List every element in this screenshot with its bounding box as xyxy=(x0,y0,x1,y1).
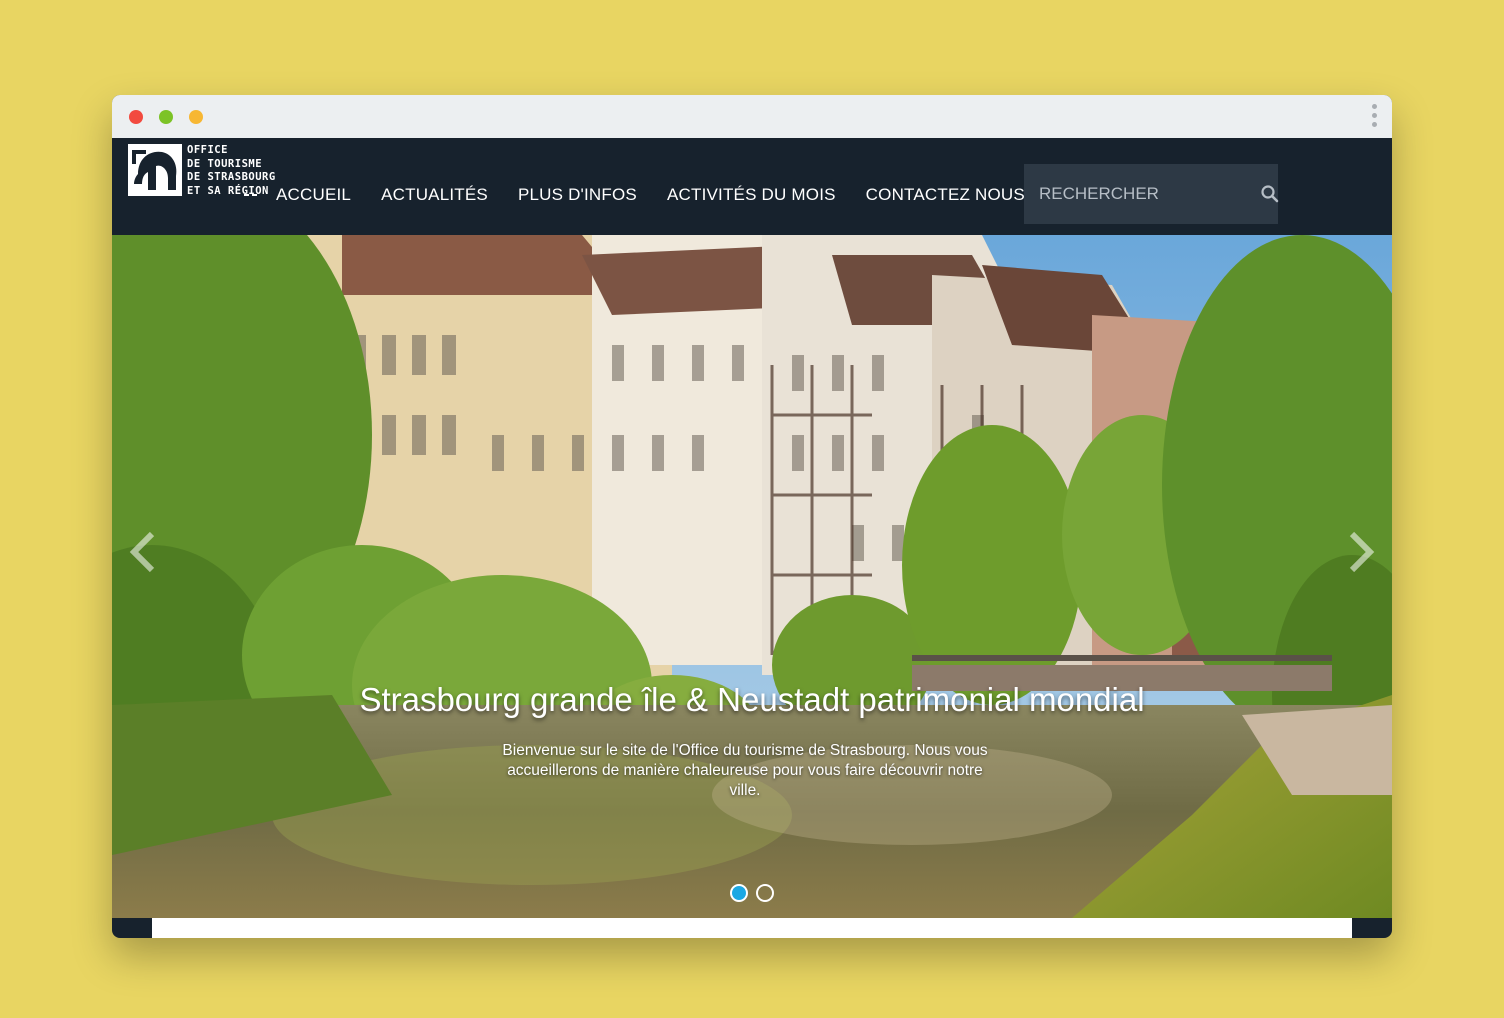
hero-title: Strasbourg grande île & Neustadt patrimo… xyxy=(359,681,1145,718)
nav-item-accueil[interactable]: ACCUEIL xyxy=(276,185,351,205)
minimize-window-button[interactable] xyxy=(159,110,173,124)
carousel-prev-button[interactable] xyxy=(126,530,160,574)
logo-line: DE TOURISME xyxy=(187,157,263,170)
close-window-button[interactable] xyxy=(129,110,143,124)
maximize-window-button[interactable] xyxy=(189,110,203,124)
carousel-indicator-2[interactable] xyxy=(756,884,774,902)
nav-item-activites-du-mois[interactable]: ACTIVITÉS DU MOIS xyxy=(667,185,836,205)
logo-mark-icon xyxy=(128,144,182,196)
nav-item-plus-infos[interactable]: PLUS D'INFOS xyxy=(518,185,637,205)
logo-line: OFFICE xyxy=(187,144,228,156)
hero-image xyxy=(112,235,1392,918)
carousel-indicator-1[interactable] xyxy=(730,884,748,902)
nav-item-contactez-nous[interactable]: CONTACTEZ NOUS xyxy=(866,185,1025,205)
browser-titlebar xyxy=(112,95,1392,138)
browser-window: OFFICE DE TOURISME DE STRASBOURG ET SA R… xyxy=(112,95,1392,938)
carousel-indicators xyxy=(730,884,774,902)
search-input[interactable] xyxy=(1039,184,1260,204)
site-navbar: OFFICE DE TOURISME DE STRASBOURG ET SA R… xyxy=(112,138,1392,235)
carousel-next-button[interactable] xyxy=(1344,530,1378,574)
nav-item-actualites[interactable]: ACTUALITÉS xyxy=(381,185,488,205)
search-icon[interactable] xyxy=(1260,184,1280,204)
content-area xyxy=(152,918,1352,938)
main-nav: ACCUEIL ACTUALITÉS PLUS D'INFOS ACTIVITÉ… xyxy=(244,180,1055,210)
more-options-icon[interactable] xyxy=(1370,104,1378,130)
hero-carousel: Strasbourg grande île & Neustadt patrimo… xyxy=(112,235,1392,918)
nav-grip-icon xyxy=(244,191,258,205)
hero-subtitle: Bienvenue sur le site de l'Office du tou… xyxy=(502,742,988,799)
search-box xyxy=(1024,164,1280,224)
